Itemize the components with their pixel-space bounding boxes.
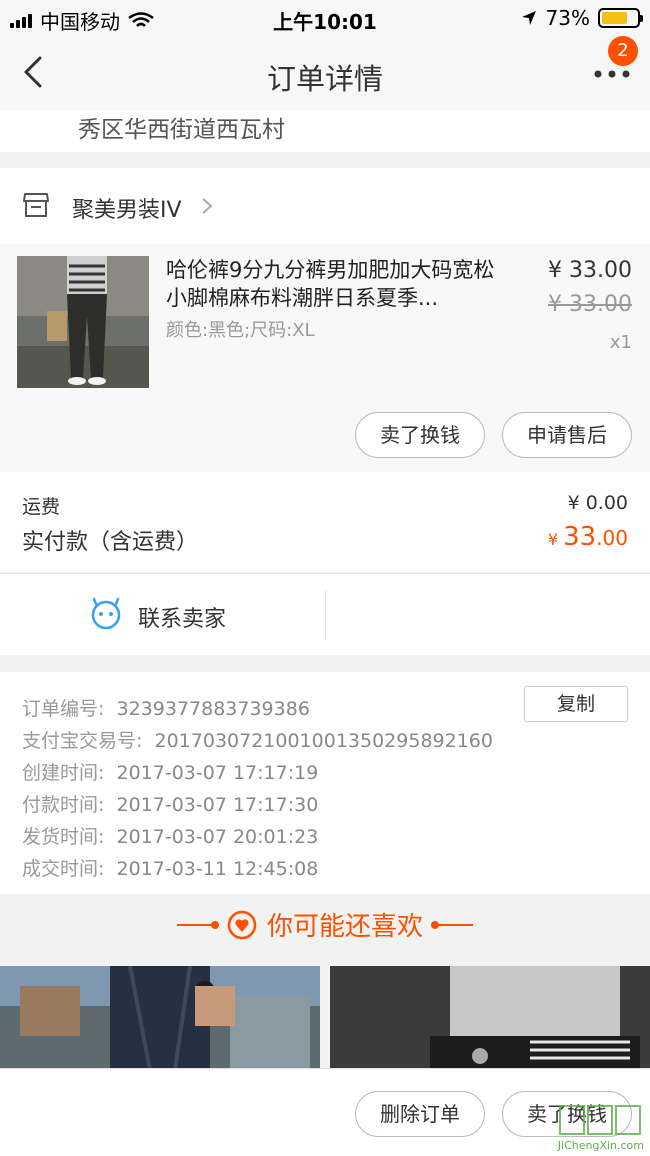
battery-percent: 73% <box>545 6 590 30</box>
watermark-text: JiChengXin.com <box>557 1139 644 1152</box>
completed-time-row: 成交时间: 2017-03-11 12:45:08 <box>22 858 319 880</box>
shipping-label: 运费 <box>22 496 61 518</box>
battery-icon <box>598 8 643 28</box>
nav-bar: 订单详情 2 <box>0 36 650 110</box>
copy-button[interactable]: 复制 <box>524 686 628 722</box>
product-quantity: x1 <box>609 332 632 353</box>
created-time-row: 创建时间: 2017-03-07 17:17:19 <box>22 762 319 784</box>
product-original-price: ¥ 33.00 <box>548 292 632 317</box>
page-title: 订单详情 <box>266 62 383 96</box>
location-arrow-icon <box>521 11 536 25</box>
heart-icon <box>227 910 257 939</box>
recommend-title: 你可能还喜欢 <box>266 912 423 942</box>
product-price: ¥ 33.00 <box>548 258 632 283</box>
store-icon <box>23 193 49 217</box>
shop-row[interactable]: 聚美男装IV <box>0 168 650 244</box>
decor-line <box>431 920 473 929</box>
status-bar: 中国移动 上午10:01 73% <box>0 0 650 36</box>
bottom-action-bar: 删除订单 卖了换钱 JiChengXin.com <box>0 1068 650 1156</box>
shop-name: 聚美男装IV <box>72 198 182 223</box>
paid-amount: ¥ 33.00 <box>547 522 628 552</box>
decor-line <box>176 920 219 929</box>
recommended-item-image[interactable] <box>330 966 650 1070</box>
fees-section: 运费 ¥ 0.00 实付款（含运费） ¥ 33.00 <box>0 472 650 572</box>
battery-fill <box>602 12 627 24</box>
divider <box>325 590 326 640</box>
product-sku: 颜色:黑色;尺码:XL <box>166 320 315 341</box>
notification-badge: 2 <box>608 36 638 66</box>
paid-time-row: 付款时间: 2017-03-07 17:17:30 <box>22 794 319 816</box>
chat-bubble-icon[interactable] <box>90 598 122 630</box>
sell-for-cash-button[interactable]: 卖了换钱 <box>355 412 485 458</box>
after-sale-button[interactable]: 申请售后 <box>502 412 632 458</box>
shipped-time-row: 发货时间: 2017-03-07 20:01:23 <box>22 826 319 848</box>
paid-label: 实付款（含运费） <box>22 530 199 555</box>
alipay-trade-row: 支付宝交易号: 2017030721001001350295892160 <box>22 730 493 752</box>
contact-seller-button[interactable]: 联系卖家 <box>138 601 226 633</box>
contact-section: 联系卖家 <box>0 573 650 655</box>
chevron-right-icon <box>202 198 213 214</box>
recommended-item-image[interactable] <box>0 966 320 1070</box>
shipping-value: ¥ 0.00 <box>567 492 628 514</box>
delete-order-button[interactable]: 删除订单 <box>355 1091 485 1137</box>
recommend-banner: 你可能还喜欢 <box>0 894 650 958</box>
product-card[interactable]: 哈伦裤9分九分裤男加肥加大码宽松小脚棉麻布料潮胖日系夏季... 颜色:黑色;尺码… <box>0 244 650 472</box>
product-image[interactable] <box>17 256 149 388</box>
order-number-row: 订单编号: 3239377883739386 <box>22 698 310 720</box>
product-title[interactable]: 哈伦裤9分九分裤男加肥加大码宽松小脚棉麻布料潮胖日系夏季... <box>166 256 511 312</box>
order-info-section: 复制 订单编号: 3239377883739386 支付宝交易号: 201703… <box>0 672 650 894</box>
address-section: 秀区华西街道西瓦村 <box>0 110 650 152</box>
more-dots-icon[interactable] <box>592 64 632 84</box>
address-text: 秀区华西街道西瓦村 <box>78 117 285 143</box>
